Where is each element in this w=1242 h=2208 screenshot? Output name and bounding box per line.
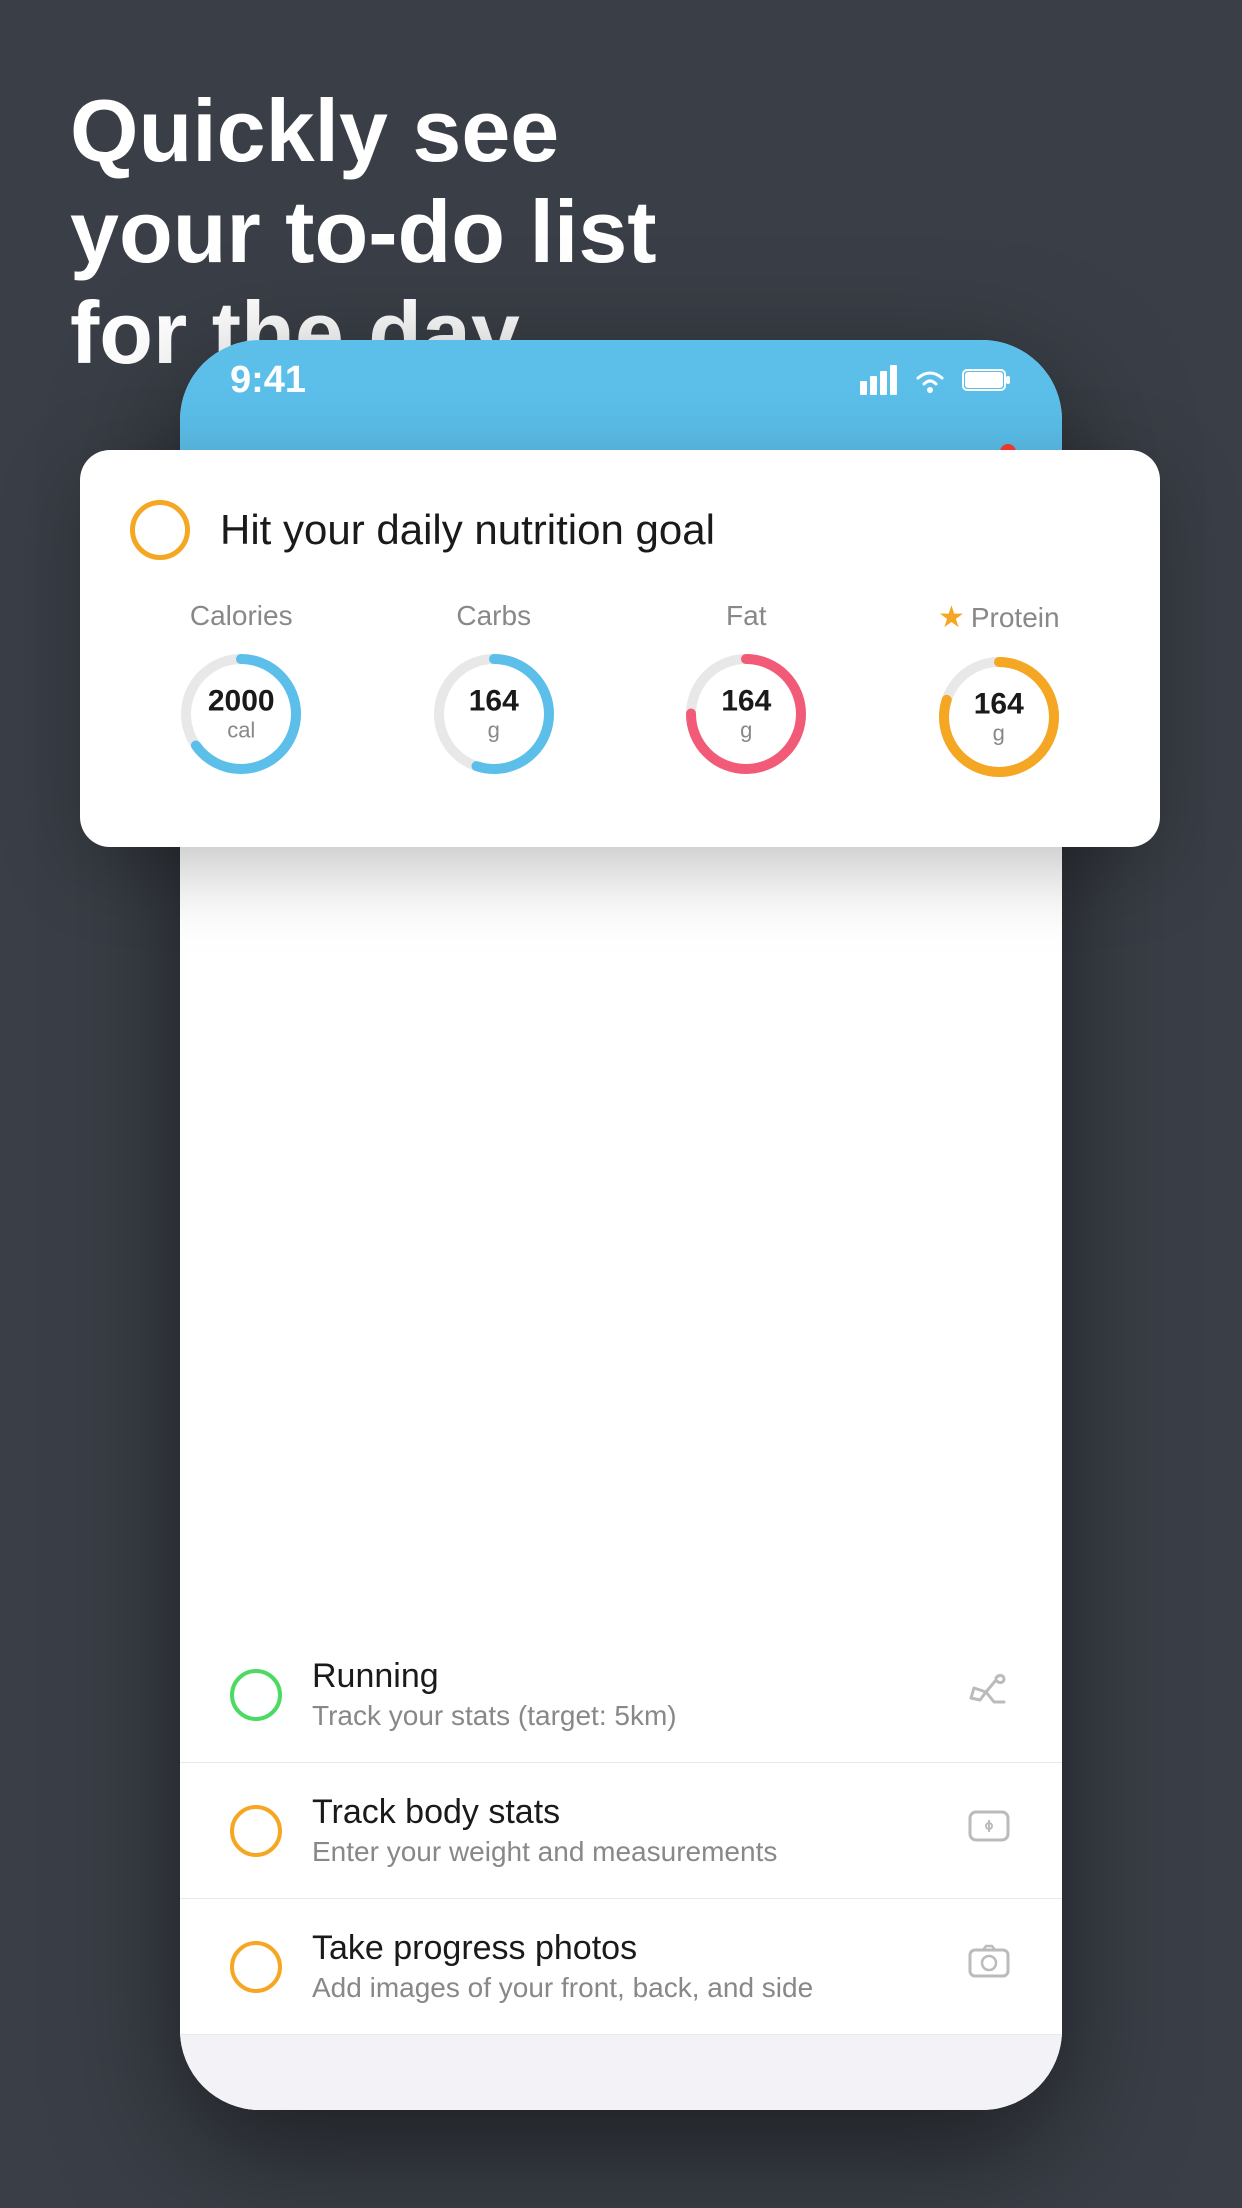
nutrition-row: Calories 2000 cal Carbs [130,600,1110,787]
fat-label: Fat [726,600,766,632]
todo-title-body-stats: Track body stats [312,1793,936,1832]
nutrition-circle-indicator [130,500,190,560]
wifi-icon [912,366,948,394]
protein-label-row: ★ Protein [938,600,1060,635]
todo-list: Running Track your stats (target: 5km) T… [180,1247,1062,2035]
status-time: 9:41 [230,359,306,402]
nutrition-item-fat: Fat 164 g [676,600,816,784]
status-icons [860,365,1012,395]
scale-icon [966,1806,1012,1856]
protein-circle: 164 g [929,647,1069,787]
nutrition-card-title: Hit your daily nutrition goal [220,506,715,554]
card-title-row: Hit your daily nutrition goal [130,500,1110,560]
todo-item-body-stats[interactable]: Track body stats Enter your weight and m… [180,1763,1062,1899]
protein-label: Protein [971,602,1060,634]
fat-circle: 164 g [676,644,816,784]
todo-text-running: Running Track your stats (target: 5km) [312,1657,936,1732]
todo-item-running[interactable]: Running Track your stats (target: 5km) [180,1627,1062,1763]
progress-section: MY PROGRESS Body Weight 100 kg [180,2035,1062,2110]
fat-circle-value: 164 [721,685,771,718]
nutrition-item-protein: ★ Protein 164 g [929,600,1069,787]
nutrition-item-calories: Calories 2000 cal [171,600,311,784]
fat-circle-unit: g [721,718,771,744]
calories-unit: cal [208,718,275,744]
hero-text: Quickly see your to-do list for the day. [70,80,657,384]
calories-circle: 2000 cal [171,644,311,784]
todo-circle-body-stats [230,1805,282,1857]
protein-value: 164 [974,688,1024,721]
status-bar: 9:41 [180,340,1062,420]
floating-nutrition-card: Hit your daily nutrition goal Calories 2… [80,450,1160,847]
calories-label: Calories [190,600,293,632]
todo-title-running: Running [312,1657,936,1696]
nutrition-item-carbs: Carbs 164 g [424,600,564,784]
todo-item-progress-photos[interactable]: Take progress photos Add images of your … [180,1899,1062,2035]
carbs-label: Carbs [456,600,531,632]
protein-unit: g [974,721,1024,747]
carbs-value: 164 [469,685,519,718]
todo-text-progress-photos: Take progress photos Add images of your … [312,1929,936,2004]
photo-icon [966,1942,1012,1992]
todo-sub-progress-photos: Add images of your front, back, and side [312,1972,936,2004]
carbs-circle: 164 g [424,644,564,784]
todo-circle-running [230,1669,282,1721]
todo-circle-progress-photos [230,1941,282,1993]
todo-sub-running: Track your stats (target: 5km) [312,1700,936,1732]
todo-text-body-stats: Track body stats Enter your weight and m… [312,1793,936,1868]
running-icon [966,1670,1012,1720]
todo-title-progress-photos: Take progress photos [312,1929,936,1968]
protein-star-icon: ★ [938,600,965,635]
battery-icon [962,367,1012,393]
carbs-unit: g [469,718,519,744]
calories-value: 2000 [208,685,275,718]
signal-icon [860,365,898,395]
todo-sub-body-stats: Enter your weight and measurements [312,1836,936,1868]
